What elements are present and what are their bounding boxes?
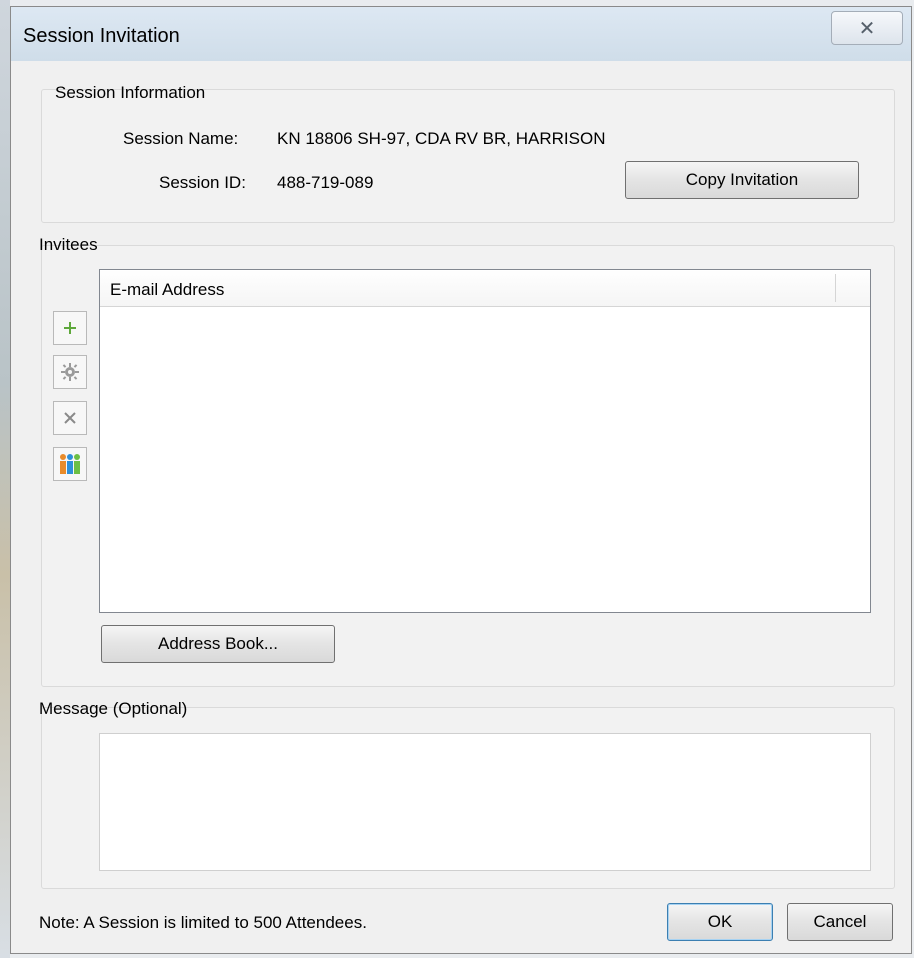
close-button[interactable]: ✕: [831, 11, 903, 45]
edit-invitee-button[interactable]: [53, 355, 87, 389]
message-label: Message (Optional): [39, 699, 188, 718]
window-title: Session Invitation: [23, 25, 180, 47]
plus-icon: [64, 322, 76, 334]
people-button[interactable]: [53, 447, 87, 481]
background-desktop: [0, 0, 10, 958]
gear-icon: [61, 363, 79, 381]
close-icon: ✕: [858, 17, 876, 40]
invitees-label: Invitees: [39, 235, 98, 254]
copy-invitation-button[interactable]: Copy Invitation: [625, 161, 859, 199]
people-icon: [60, 454, 80, 474]
email-column-header[interactable]: E-mail Address: [100, 270, 870, 307]
attendee-limit-note: Note: A Session is limited to 500 Attend…: [39, 913, 367, 932]
session-name-label: Session Name:: [123, 129, 239, 148]
session-information-label: Session Information: [55, 83, 206, 102]
session-id-label: Session ID:: [159, 173, 246, 192]
ok-button[interactable]: OK: [667, 903, 773, 941]
cancel-button[interactable]: Cancel: [787, 903, 893, 941]
x-icon: [64, 412, 76, 424]
address-book-button[interactable]: Address Book...: [101, 625, 335, 663]
message-input[interactable]: [99, 733, 871, 871]
session-id-value: 488-719-089: [277, 173, 374, 192]
column-separator: [835, 274, 836, 302]
session-information-group: [41, 89, 895, 223]
invitee-list[interactable]: E-mail Address: [99, 269, 871, 613]
email-column-label: E-mail Address: [110, 280, 225, 299]
add-invitee-button[interactable]: [53, 311, 87, 345]
remove-invitee-button[interactable]: [53, 401, 87, 435]
session-name-value: KN 18806 SH-97, CDA RV BR, HARRISON: [277, 129, 606, 148]
session-invitation-dialog: Session Invitation ✕ Session Information…: [10, 6, 912, 954]
title-bar: Session Invitation ✕: [11, 7, 911, 61]
